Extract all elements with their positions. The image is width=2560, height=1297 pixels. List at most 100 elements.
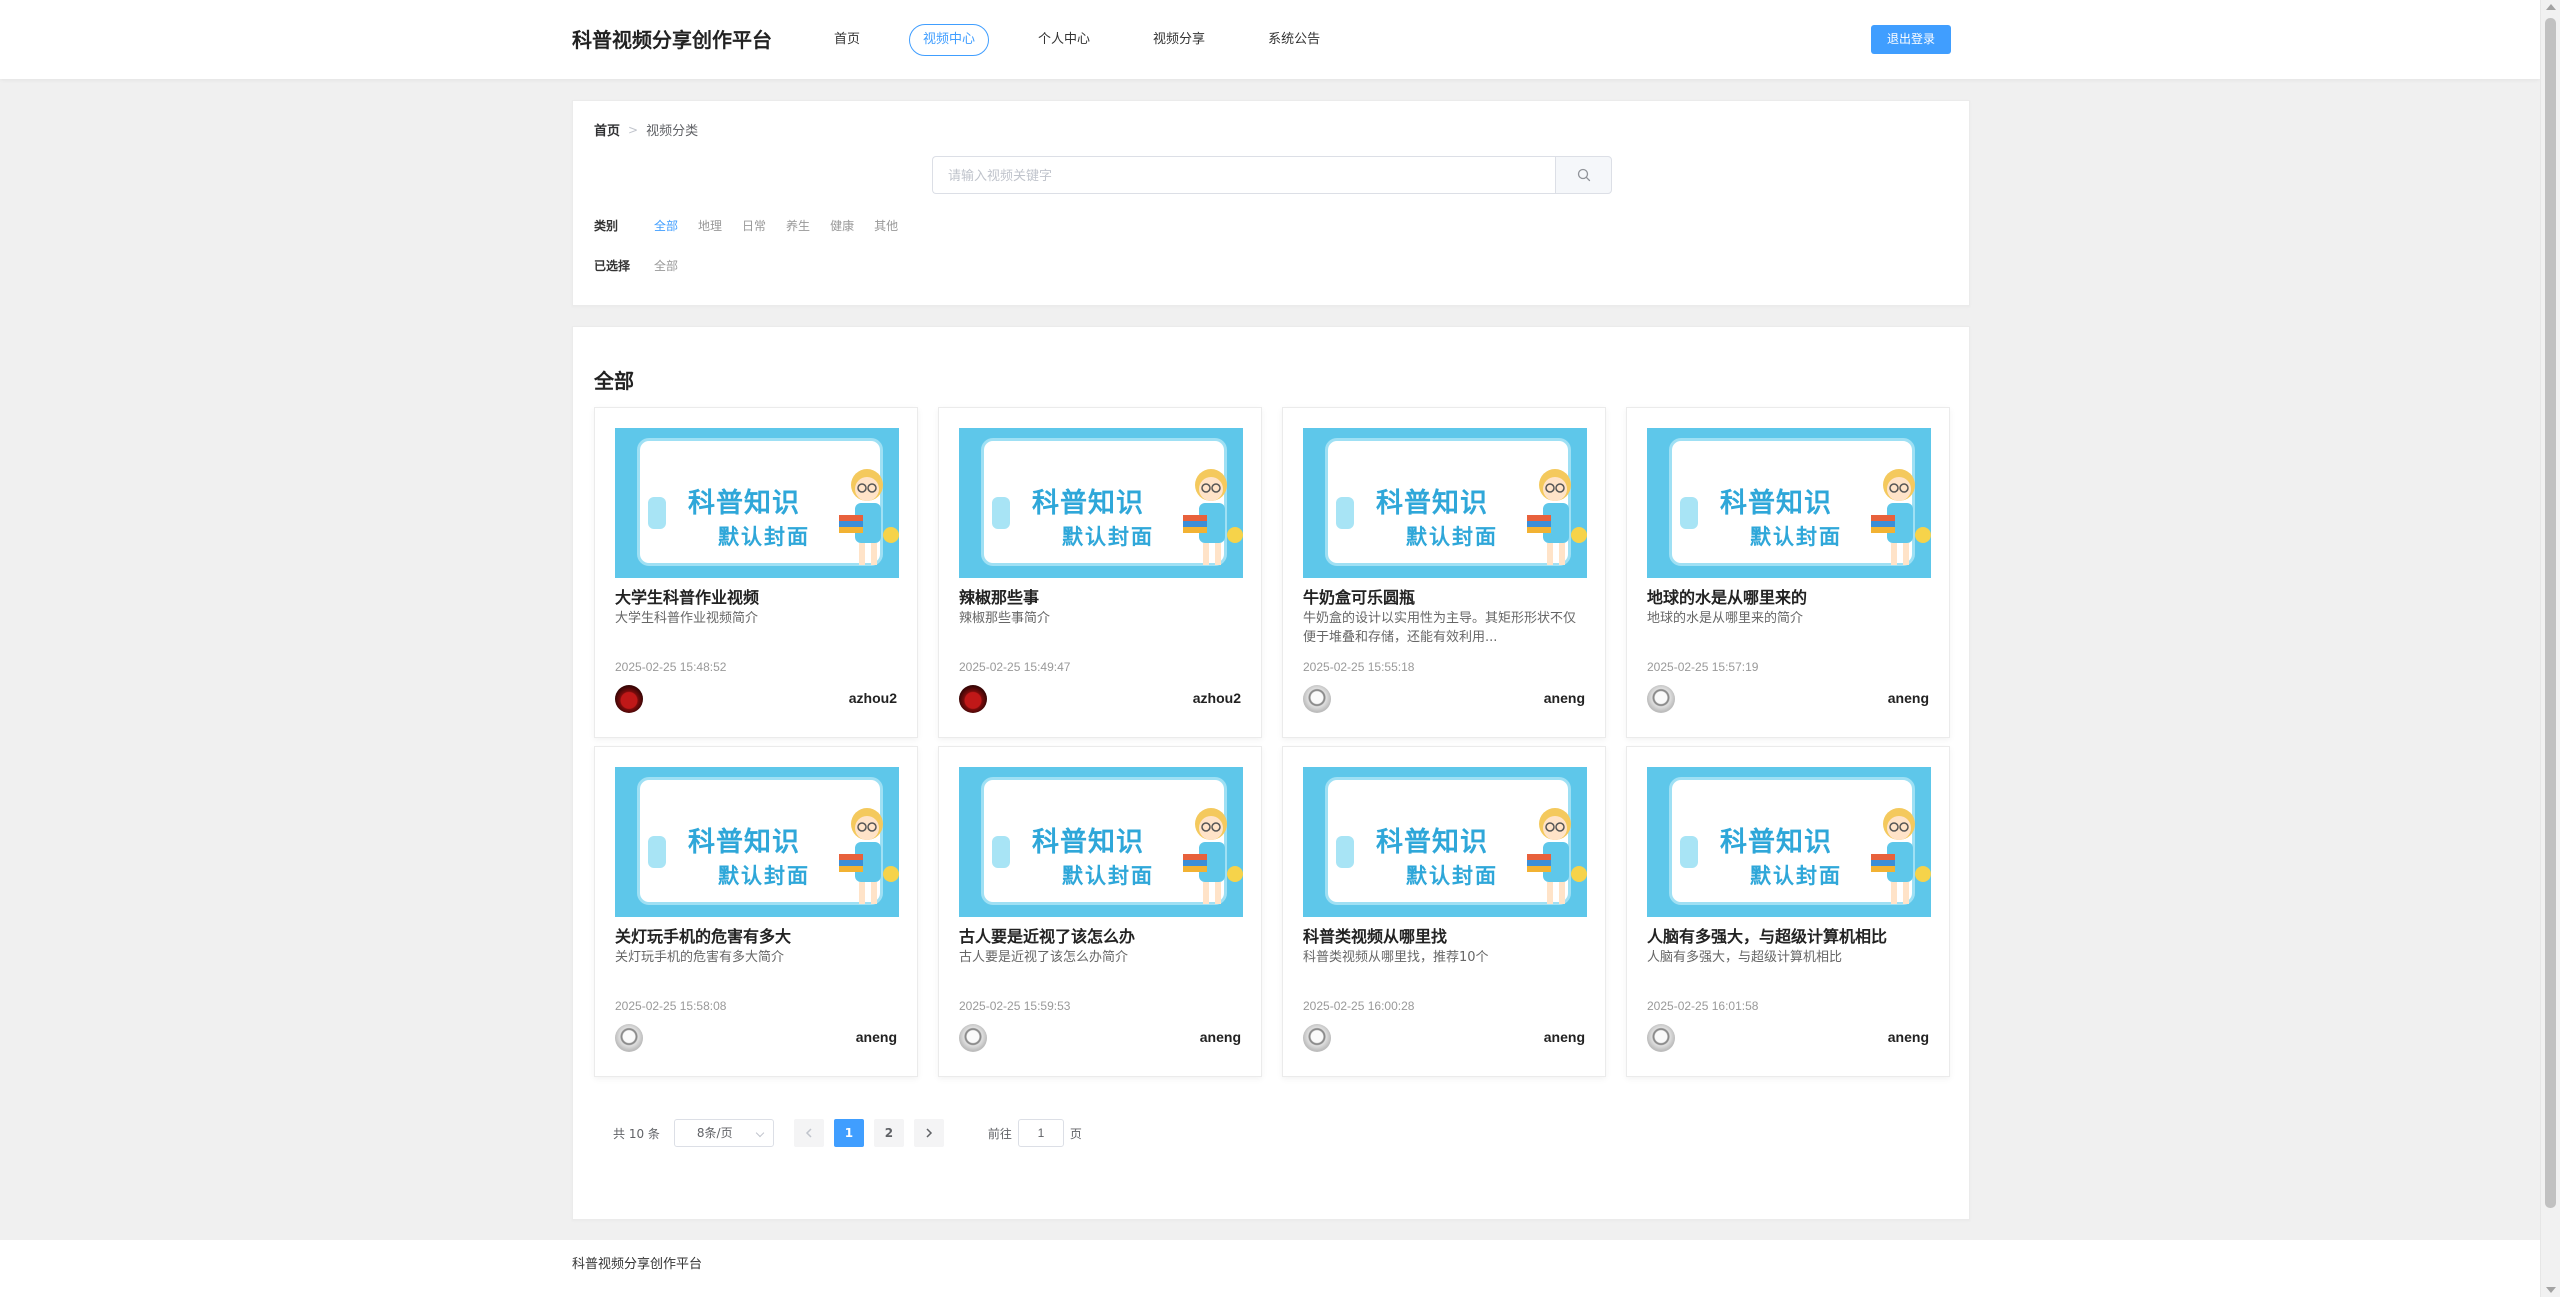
- video-title[interactable]: 大学生科普作业视频: [615, 584, 759, 608]
- scientist-illustration-icon: [1527, 808, 1587, 904]
- video-title[interactable]: 辣椒那些事: [959, 584, 1039, 608]
- category-option-wellness[interactable]: 养生: [786, 217, 810, 234]
- video-thumbnail[interactable]: 科普知识 默认封面: [1647, 428, 1931, 578]
- video-thumbnail[interactable]: 科普知识 默认封面: [959, 767, 1243, 917]
- thumbnail-line1: 科普知识: [1376, 488, 1488, 519]
- category-option-daily[interactable]: 日常: [742, 217, 766, 234]
- video-card[interactable]: 科普知识 默认封面辣椒那些事辣椒那些事简介 2025-02-25 15:49:47 a…: [938, 407, 1262, 738]
- author-name[interactable]: azhou2: [849, 690, 897, 706]
- scientist-illustration-icon: [1871, 808, 1931, 904]
- author-name[interactable]: aneng: [856, 1029, 897, 1045]
- video-description: 大学生科普作业视频简介: [615, 611, 759, 626]
- main-nav: 首页 视频中心 个人中心 视频分享 系统公告: [820, 24, 1369, 56]
- nav-item-video-share[interactable]: 视频分享: [1139, 24, 1219, 56]
- thumbnail-frame: 科普知识 默认封面: [637, 438, 899, 566]
- category-option-other[interactable]: 其他: [874, 217, 898, 234]
- video-card[interactable]: 科普知识 默认封面 古人要是近视了该怎么办 古人要是近视了该怎么办简介 2025-02-…: [938, 746, 1262, 1077]
- video-card[interactable]: 科普知识 默认封面 关灯玩手机的危害有多大 关灯玩手机的危害有多大简介 2025-02-…: [594, 746, 918, 1077]
- video-thumbnail[interactable]: 科普知识 默认封面: [615, 428, 899, 578]
- video-card[interactable]: 科普知识 默认封面 人脑有多强大，与超级计算机相比 人脑有多强大，与超级计算机相比 20…: [1626, 746, 1950, 1077]
- video-title[interactable]: 古人要是近视了该怎么办: [959, 923, 1135, 947]
- thumbnail-line1: 科普知识: [1032, 488, 1144, 519]
- site-brand[interactable]: 科普视频分享创作平台: [572, 24, 772, 53]
- goto-page-input[interactable]: [1017, 1119, 1064, 1147]
- chevron-right-icon: [926, 1128, 932, 1138]
- scroll-up-arrow-icon[interactable]: [2546, 4, 2556, 10]
- video-title[interactable]: 关灯玩手机的危害有多大: [615, 923, 791, 947]
- page-size-select[interactable]: 8条/页: [673, 1119, 774, 1147]
- video-thumbnail[interactable]: 科普知识默认封面: [1303, 767, 1587, 917]
- search-input[interactable]: [932, 156, 1555, 194]
- thumbnail-line2: 默认封面: [1750, 864, 1842, 888]
- thumbnail-frame: 科普知识 默认封面: [1669, 438, 1931, 566]
- video-thumbnail[interactable]: 科普知识默认封面: [1647, 767, 1931, 917]
- pagination-total: 共 10 条: [613, 1126, 660, 1141]
- video-date: 2025-02-25 15:59:53: [959, 999, 1071, 1013]
- video-card[interactable]: 科普知识 默认封面 地球的水是从哪里来的 地球的水是从哪里来的简介 2025-02-25…: [1626, 407, 1950, 738]
- scroll-down-arrow-icon[interactable]: [2546, 1287, 2556, 1293]
- author-name[interactable]: aneng: [1544, 690, 1585, 706]
- nav-item-home[interactable]: 首页: [820, 24, 874, 56]
- author-avatar[interactable]: [959, 1024, 987, 1052]
- author-name[interactable]: aneng: [1888, 690, 1929, 706]
- author-name[interactable]: aneng: [1200, 1029, 1241, 1045]
- author-avatar[interactable]: [1647, 1024, 1675, 1052]
- video-thumbnail[interactable]: 科普知识 默认封面: [1303, 428, 1587, 578]
- next-page-button[interactable]: [913, 1119, 944, 1147]
- thumbnail-clip: [1680, 497, 1698, 529]
- category-option-all[interactable]: 全部: [654, 217, 678, 234]
- author-avatar[interactable]: [1303, 1024, 1331, 1052]
- pagination: 共 10 条 8条/页 1 2 前往 页: [613, 1119, 1082, 1147]
- breadcrumb-home[interactable]: 首页: [594, 120, 620, 139]
- video-thumbnail[interactable]: 科普知识默认封面: [615, 767, 899, 917]
- video-title[interactable]: 科普类视频从哪里找: [1303, 923, 1447, 947]
- category-option-health[interactable]: 健康: [830, 217, 854, 234]
- thumbnail-clip: [648, 836, 666, 868]
- selected-chip[interactable]: 全部: [654, 257, 678, 274]
- video-date: 2025-02-25 15:49:47: [959, 660, 1071, 674]
- author-avatar[interactable]: [1303, 685, 1331, 713]
- video-date: 2025-02-25 15:48:52: [615, 660, 727, 674]
- section-title: 全部: [594, 369, 634, 393]
- scrollbar-thumb[interactable]: [2545, 18, 2556, 1208]
- video-card[interactable]: 科普知识 默认封面 牛奶盒可乐圆瓶 牛奶盒的设计以实用性为主导。其矩形形状不仅便于堆叠…: [1282, 407, 1606, 738]
- author-avatar[interactable]: [615, 685, 643, 713]
- thumbnail-frame: 科普知识默认封面: [1325, 777, 1587, 905]
- author-name[interactable]: aneng: [1544, 1029, 1585, 1045]
- logout-button[interactable]: 退出登录: [1871, 25, 1951, 54]
- thumbnail-line1: 科普知识: [1720, 827, 1832, 858]
- scientist-illustration-icon: [839, 808, 899, 904]
- video-card[interactable]: 科普知识 默认封面大学生科普作业视频大学生科普作业视频简介 2025-02-25 1…: [594, 407, 918, 738]
- video-title[interactable]: 人脑有多强大，与超级计算机相比: [1647, 923, 1887, 947]
- page-scrollbar[interactable]: [2540, 0, 2560, 1297]
- category-option-geography[interactable]: 地理: [698, 217, 722, 234]
- author-avatar[interactable]: [1647, 685, 1675, 713]
- nav-item-announcements[interactable]: 系统公告: [1254, 24, 1334, 56]
- breadcrumb: 首页 > 视频分类: [594, 120, 698, 140]
- author-avatar[interactable]: [615, 1024, 643, 1052]
- search-button[interactable]: [1555, 156, 1612, 194]
- nav-item-personal-center[interactable]: 个人中心: [1024, 24, 1104, 56]
- thumbnail-line1: 科普知识: [1376, 827, 1488, 858]
- video-thumbnail[interactable]: 科普知识 默认封面: [959, 428, 1243, 578]
- author-name[interactable]: azhou2: [1193, 690, 1241, 706]
- author-name[interactable]: aneng: [1888, 1029, 1929, 1045]
- scientist-illustration-icon: [1871, 469, 1931, 565]
- thumbnail-line2: 默认封面: [1406, 864, 1498, 888]
- video-title[interactable]: 牛奶盒可乐圆瓶: [1303, 584, 1415, 608]
- thumbnail-line1: 科普知识: [1720, 488, 1832, 519]
- author-avatar[interactable]: [959, 685, 987, 713]
- footer: 科普视频分享创作平台: [0, 1240, 2540, 1297]
- page-button-1[interactable]: 1: [833, 1119, 864, 1147]
- thumbnail-clip: [1680, 836, 1698, 868]
- nav-item-video-center[interactable]: 视频中心: [909, 24, 990, 56]
- thumbnail-clip: [1336, 836, 1354, 868]
- video-card[interactable]: 科普知识 默认封面 科普类视频从哪里找 科普类视频从哪里找，推荐10个 2025-02-…: [1282, 746, 1606, 1077]
- video-title[interactable]: 地球的水是从哪里来的: [1647, 584, 1807, 608]
- thumbnail-line1: 科普知识: [688, 827, 800, 858]
- thumbnail-line2: 默认封面: [718, 864, 810, 888]
- goto-prefix: 前往: [987, 1126, 1012, 1141]
- video-description: 辣椒那些事简介: [959, 611, 1051, 626]
- page-button-2[interactable]: 2: [873, 1119, 904, 1147]
- prev-page-button[interactable]: [793, 1119, 824, 1147]
